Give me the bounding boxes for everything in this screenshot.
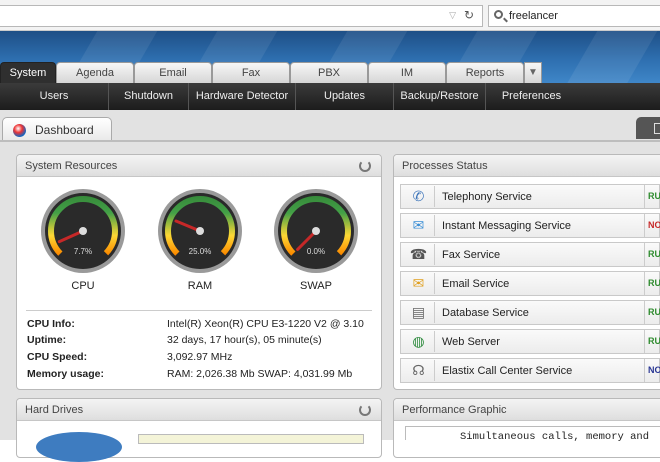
process-row: ☊ Elastix Call Center Service NO xyxy=(400,358,660,383)
process-status: RU xyxy=(644,243,660,266)
fax-icon: ☎ xyxy=(403,244,435,265)
disk-usage-chart xyxy=(36,432,122,462)
phone-icon: ✆ xyxy=(403,186,435,207)
subnav-shutdown[interactable]: Shutdown xyxy=(108,83,188,110)
subnav-backup-restore[interactable]: Backup/Restore xyxy=(393,83,485,110)
process-name: Elastix Call Center Service xyxy=(442,365,573,377)
dashboard-tab[interactable]: Dashboard xyxy=(2,117,112,141)
uptime-key: Uptime: xyxy=(27,334,67,346)
performance-graph-text: Simultaneous calls, memory and xyxy=(460,431,650,443)
process-row: ✉ Email Service RU xyxy=(400,271,660,296)
ram-gauge-value: 25.0% xyxy=(189,247,212,256)
processes-status-header: Processes Status xyxy=(394,155,660,177)
process-status: NO xyxy=(644,359,660,382)
panel-divider xyxy=(26,310,372,311)
tab-pbx[interactable]: PBX xyxy=(290,62,368,83)
performance-graphic-title: Performance Graphic xyxy=(402,404,507,416)
cpu-gauge: 7.7% xyxy=(41,189,125,273)
process-status: RU xyxy=(644,330,660,353)
tab-reports[interactable]: Reports xyxy=(446,62,524,83)
swap-gauge: 0.0% xyxy=(274,189,358,273)
process-name: Instant Messaging Service xyxy=(442,220,572,232)
memory-usage-value: RAM: 2,026.38 Mb SWAP: 4,031.99 Mb xyxy=(167,368,353,380)
process-name: Telephony Service xyxy=(442,191,532,203)
sub-navigation: Users Shutdown Hardware Detector Updates… xyxy=(0,83,660,110)
subnav-updates[interactable]: Updates xyxy=(295,83,393,110)
processes-status-title: Processes Status xyxy=(402,160,488,172)
process-row: ▤ Database Service RU xyxy=(400,300,660,325)
process-row: ✉ Instant Messaging Service NO xyxy=(400,213,660,238)
cpu-label: CPU xyxy=(71,280,95,292)
cpu-info-key: CPU Info: xyxy=(27,318,75,330)
ram-gauge: 25.0% xyxy=(158,189,242,273)
subnav-preferences[interactable]: Preferences xyxy=(485,83,577,110)
process-name: Web Server xyxy=(442,336,500,348)
mail-icon: ✉ xyxy=(403,273,435,294)
subnav-hardware-detector[interactable]: Hardware Detector xyxy=(188,83,295,110)
dashboard-icon xyxy=(13,124,26,137)
hard-drives-header: Hard Drives xyxy=(17,399,381,421)
address-bar[interactable]: ▽ ↻ xyxy=(0,5,483,27)
search-input[interactable]: freelancer xyxy=(488,5,660,27)
disk-legend-box xyxy=(138,434,364,444)
memory-usage-key: Memory usage: xyxy=(27,368,105,380)
dropdown-arrow-icon[interactable]: ▽ xyxy=(449,10,456,21)
process-status: RU xyxy=(644,301,660,324)
process-name: Fax Service xyxy=(442,249,501,261)
uptime-value: 32 days, 17 hour(s), 05 minute(s) xyxy=(167,334,322,346)
process-status: RU xyxy=(644,272,660,295)
system-resources-header: System Resources xyxy=(17,155,381,177)
process-row: ✆ Telephony Service RU xyxy=(400,184,660,209)
tab-system[interactable]: System xyxy=(0,62,56,83)
database-icon: ▤ xyxy=(403,302,435,323)
chat-icon: ✉ xyxy=(403,215,435,236)
swap-gauge-value: 0.0% xyxy=(307,247,325,256)
tab-im[interactable]: IM xyxy=(368,62,446,83)
refresh-icon[interactable] xyxy=(359,160,371,172)
tab-email[interactable]: Email xyxy=(134,62,212,83)
performance-graphic-header: Performance Graphic xyxy=(394,399,660,421)
browser-toolbar: ▽ ↻ freelancer xyxy=(0,0,660,31)
search-value: freelancer xyxy=(509,10,558,22)
process-name: Email Service xyxy=(442,278,510,290)
process-row: ☎ Fax Service RU xyxy=(400,242,660,267)
cpu-info-value: Intel(R) Xeon(R) CPU E3-1220 V2 @ 3.10 xyxy=(167,318,364,330)
reload-icon[interactable]: ↻ xyxy=(464,8,474,22)
headset-icon: ☊ xyxy=(403,360,435,381)
subnav-users[interactable]: Users xyxy=(0,83,108,110)
cpu-speed-value: 3,092.97 MHz xyxy=(167,351,233,363)
tab-underline xyxy=(0,140,660,142)
process-row: ◍ Web Server RU xyxy=(400,329,660,354)
hard-drives-title: Hard Drives xyxy=(25,404,84,416)
process-name: Database Service xyxy=(442,307,529,319)
dashboard-title: Dashboard xyxy=(35,123,94,137)
tab-agenda[interactable]: Agenda xyxy=(56,62,134,83)
system-resources-title: System Resources xyxy=(25,160,118,172)
globe-icon: ◍ xyxy=(403,331,435,352)
cpu-speed-key: CPU Speed: xyxy=(27,351,88,363)
process-status: RU xyxy=(644,185,660,208)
window-toggle-icon[interactable] xyxy=(636,117,660,139)
cpu-gauge-value: 7.7% xyxy=(74,247,92,256)
main-tabs: System Agenda Email Fax PBX IM Reports ▼ xyxy=(0,62,542,83)
more-tabs-chevron-icon[interactable]: ▼ xyxy=(524,62,542,83)
process-status: NO xyxy=(644,214,660,237)
search-icon xyxy=(494,10,503,19)
swap-label: SWAP xyxy=(300,280,332,292)
refresh-icon[interactable] xyxy=(359,404,371,416)
ram-label: RAM xyxy=(187,280,213,292)
tab-fax[interactable]: Fax xyxy=(212,62,290,83)
